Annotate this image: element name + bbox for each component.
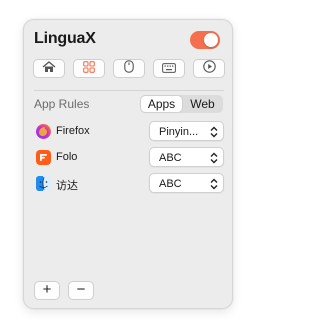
tab-apps[interactable]: Apps: [141, 96, 182, 112]
keyboard-button[interactable]: [153, 59, 185, 78]
chevron-up-down-icon: [210, 125, 218, 143]
remove-rule-button[interactable]: −: [68, 281, 94, 300]
select-value: ABC: [159, 178, 182, 190]
grid-icon: [83, 60, 95, 78]
app-name: Firefox: [56, 125, 90, 137]
home-icon: [42, 60, 56, 78]
play-circle-icon: [202, 59, 216, 78]
app-name: Folo: [56, 151, 78, 163]
input-source-select[interactable]: ABC: [149, 147, 224, 167]
mouse-button[interactable]: [113, 59, 145, 78]
mouse-icon: [124, 59, 134, 78]
select-value: Pinyin...: [159, 126, 199, 138]
select-value: ABC: [159, 152, 182, 164]
toolbar: [33, 59, 225, 79]
play-button[interactable]: [193, 59, 225, 78]
app-title: LinguaX: [34, 30, 96, 47]
rule-row-firefox: Firefox Pinyin...: [34, 121, 224, 143]
grid-button[interactable]: [73, 59, 105, 78]
divider: [34, 90, 224, 91]
rule-row-folo: Folo ABC: [34, 147, 224, 169]
toggle-knob: [204, 33, 218, 47]
folo-icon: [36, 150, 51, 165]
input-source-select[interactable]: Pinyin...: [149, 121, 224, 141]
add-rule-button[interactable]: +: [34, 281, 60, 300]
chevron-up-down-icon: [210, 177, 218, 195]
enable-toggle[interactable]: [190, 31, 220, 49]
rules-tab-control: Apps Web: [140, 95, 223, 113]
chevron-up-down-icon: [210, 151, 218, 169]
linguax-panel: LinguaX App Rules Apps Web Firefox Pinyi…: [23, 19, 233, 309]
finder-icon: [36, 176, 51, 191]
firefox-icon: [36, 124, 51, 139]
rule-row-finder: 访达 ABC: [34, 173, 224, 195]
app-name: 访达: [56, 180, 78, 192]
home-button[interactable]: [33, 59, 65, 78]
input-source-select[interactable]: ABC: [149, 173, 224, 193]
app-rules-label: App Rules: [34, 97, 90, 111]
keyboard-icon: [162, 60, 176, 78]
tab-web[interactable]: Web: [182, 96, 223, 112]
